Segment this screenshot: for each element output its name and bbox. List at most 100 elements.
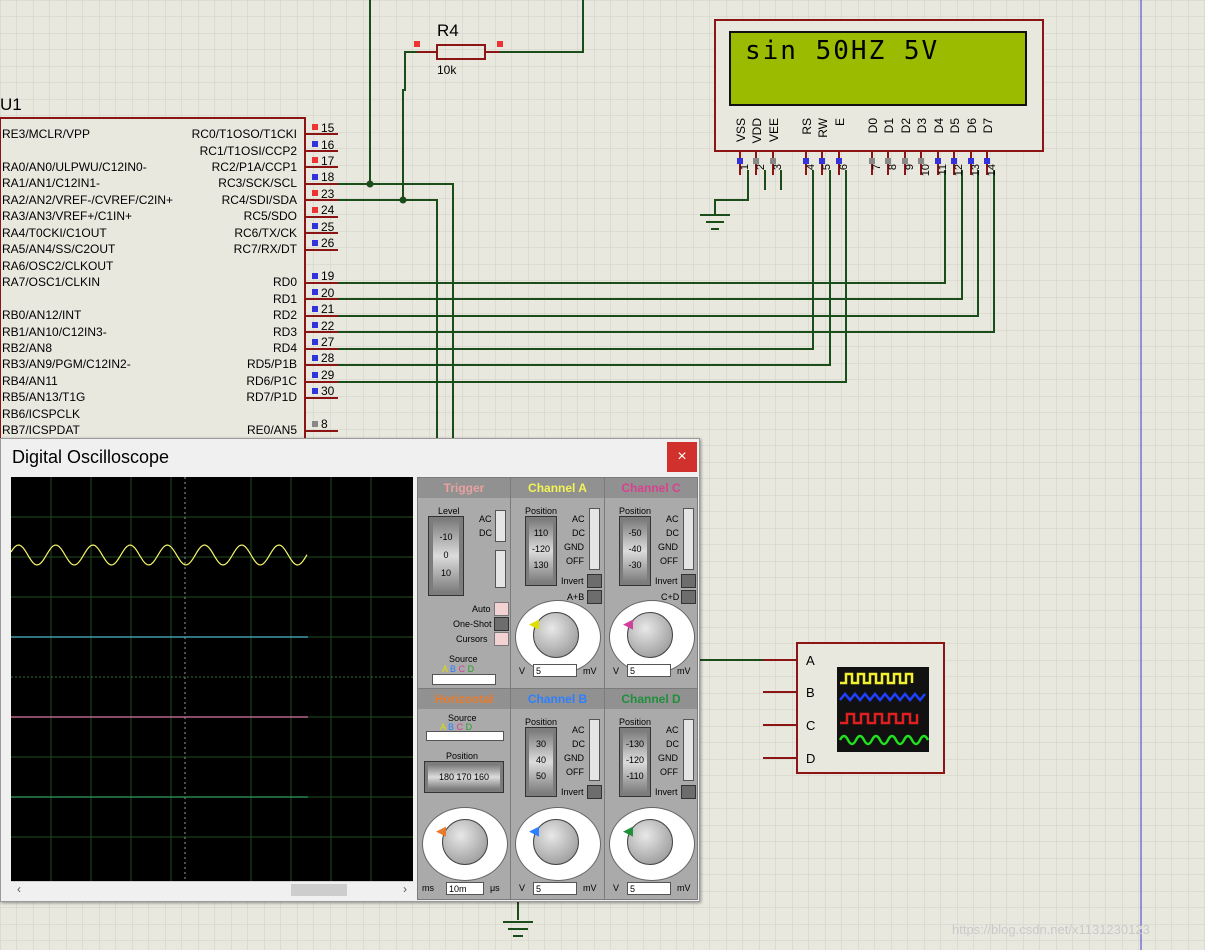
mcu-pin-number: 19 [321, 269, 335, 283]
lcd-pin-number: 11 [937, 164, 949, 176]
trace-channel-a [10, 544, 308, 566]
scroll-left-icon[interactable]: ‹ [17, 882, 21, 896]
channel-c-coupling-switch[interactable] [683, 508, 694, 570]
channel-b-ac-label: AC [572, 725, 585, 735]
lcd-pin-label: VDD [750, 118, 764, 144]
resistor-value: 10k [437, 63, 457, 77]
channel-a-position-label: Position [525, 506, 558, 516]
mcu-left-pin: RB0/AN12/INT [2, 308, 82, 322]
mcu-pin-number: 20 [321, 286, 335, 300]
horizontal-position-label: Position [446, 751, 479, 761]
resistor-ref: R4 [437, 21, 459, 40]
trigger-edge-switch[interactable] [495, 550, 506, 588]
horizontal-section: Horizontal Source A B C D Position 180 1… [417, 688, 511, 900]
channel-d-knob[interactable] [627, 819, 673, 865]
channel-a-section: Channel A Position 110 -120 130 AC DC GN… [510, 477, 605, 689]
mcu-left-pin: RA6/OSC2/CLKOUT [2, 259, 114, 273]
channel-c-position-scale[interactable]: -50 -40 -30 [619, 516, 651, 586]
channel-c-knob[interactable] [627, 612, 673, 658]
channel-a-invert-button[interactable] [587, 574, 602, 588]
channel-c-ac-label: AC [666, 514, 679, 524]
channel-a-coupling-switch[interactable] [589, 508, 600, 570]
mcu-pin-number: 26 [321, 236, 335, 250]
mcu-right-pin: RC0/T1OSO/T1CKI [191, 127, 297, 141]
lcd-text: sin 50HZ 5V [745, 36, 940, 66]
channel-b-position-scale[interactable]: 30 40 50 [525, 727, 557, 797]
channel-b-invert-button[interactable] [587, 785, 602, 799]
trigger-source-slider[interactable] [432, 674, 496, 685]
channel-b-value-field[interactable]: 5 [533, 882, 577, 895]
channel-b-coupling-switch[interactable] [589, 719, 600, 781]
trigger-level-scale[interactable]: -10 0 10 [428, 516, 464, 596]
channel-a-knob[interactable] [533, 612, 579, 658]
lcd-pin-label: D1 [882, 118, 896, 134]
close-button[interactable]: × [667, 442, 697, 472]
mcu-left-pin: RB1/AN10/C12IN3- [2, 325, 107, 339]
trigger-coupling-switch[interactable] [495, 510, 506, 542]
channel-d-coupling-switch[interactable] [683, 719, 694, 781]
channel-d-invert-button[interactable] [681, 785, 696, 799]
scroll-right-icon[interactable]: › [403, 882, 407, 896]
mcu-left-pin: RA4/T0CKI/C1OUT [2, 226, 107, 240]
lcd-pin-label: D0 [866, 118, 880, 134]
channel-c-invert-label: Invert [655, 576, 678, 586]
mcu-pin-number: 25 [321, 220, 335, 234]
timebase-value-field[interactable]: 10m [446, 882, 484, 895]
mcu-right-pin: RC4/SDI/SDA [221, 193, 297, 207]
channel-a-sum-button[interactable] [587, 590, 602, 604]
channel-b-knob[interactable] [533, 819, 579, 865]
horizontal-position-scale[interactable]: 180 170 160 [424, 761, 504, 793]
scrollbar-thumb[interactable] [291, 884, 347, 896]
channel-c-sum-button[interactable] [681, 590, 696, 604]
lcd-pin-label: VEE [767, 118, 781, 143]
scope-input-d: D [806, 751, 816, 766]
oscilloscope-window[interactable]: Digital Oscilloscope × ‹ › Trigger Level… [0, 438, 700, 902]
mcu-right-pin: RC5/SDO [243, 209, 297, 223]
channel-d-value-field[interactable]: 5 [627, 882, 671, 895]
timebase-knob[interactable] [442, 819, 488, 865]
trigger-source-label: Source [449, 654, 478, 664]
channel-d-position-label: Position [619, 717, 652, 727]
lcd-pin-label: E [833, 118, 847, 127]
channel-b-position-label: Position [525, 717, 558, 727]
trigger-auto-button[interactable] [494, 602, 509, 616]
channel-a-value-field[interactable]: 5 [533, 664, 577, 677]
horizontal-source-slider[interactable] [426, 731, 504, 741]
lcd-pin-number: 8 [887, 164, 899, 171]
mcu-right-pin: RD4 [272, 341, 297, 355]
trigger-oneshot-label: One-Shot [453, 619, 492, 629]
lcd-pin-label: D3 [915, 118, 929, 134]
channel-d-position-scale[interactable]: -130 -120 -110 [619, 727, 651, 797]
mcu-pin-number: 30 [321, 384, 335, 398]
channel-c-invert-button[interactable] [681, 574, 696, 588]
lcd-pin-label: D5 [948, 118, 962, 134]
trigger-oneshot-button[interactable] [494, 617, 509, 631]
scope-input-c: C [806, 718, 816, 733]
mcu-left-pin: RB3/AN9/PGM/C12IN2- [2, 357, 131, 371]
channel-d-ac-label: AC [666, 725, 679, 735]
channel-a-position-scale[interactable]: 110 -120 130 [525, 516, 557, 586]
horizontal-scrollbar[interactable]: ‹ › [11, 881, 413, 898]
mcu-pin-number: 27 [321, 335, 335, 349]
mcu-pin-number: 29 [321, 368, 335, 382]
mcu-pin-number: 17 [321, 154, 335, 168]
mcu-pin-number: 21 [321, 302, 335, 316]
mcu-right-pin: RD2 [272, 308, 297, 322]
mcu-left-pin: RA1/AN1/C12IN1- [2, 176, 101, 190]
lcd-pin-number: 14 [986, 164, 998, 177]
mcu-left-pin: RA7/OSC1/CLKIN [2, 275, 101, 289]
scope-input-b: B [806, 685, 815, 700]
trigger-cursors-label: Cursors [456, 634, 488, 644]
trigger-cursors-button[interactable] [494, 632, 509, 646]
channel-c-value-field[interactable]: 5 [627, 664, 671, 677]
lcd-pin-label: D6 [965, 118, 979, 134]
mcu-pin-number: 16 [321, 138, 335, 152]
channel-a-invert-label: Invert [561, 576, 584, 586]
mcu-right-pin: RD5/P1B [246, 357, 297, 371]
lcd-pin-number: 13 [970, 164, 982, 177]
horizontal-heading: Horizontal [418, 689, 510, 709]
scope-display[interactable] [10, 477, 413, 881]
channel-d-invert-label: Invert [655, 787, 678, 797]
mcu-right-pin: RC3/SCK/SCL [218, 176, 297, 190]
mcu-right-pin: RD0 [272, 275, 297, 289]
